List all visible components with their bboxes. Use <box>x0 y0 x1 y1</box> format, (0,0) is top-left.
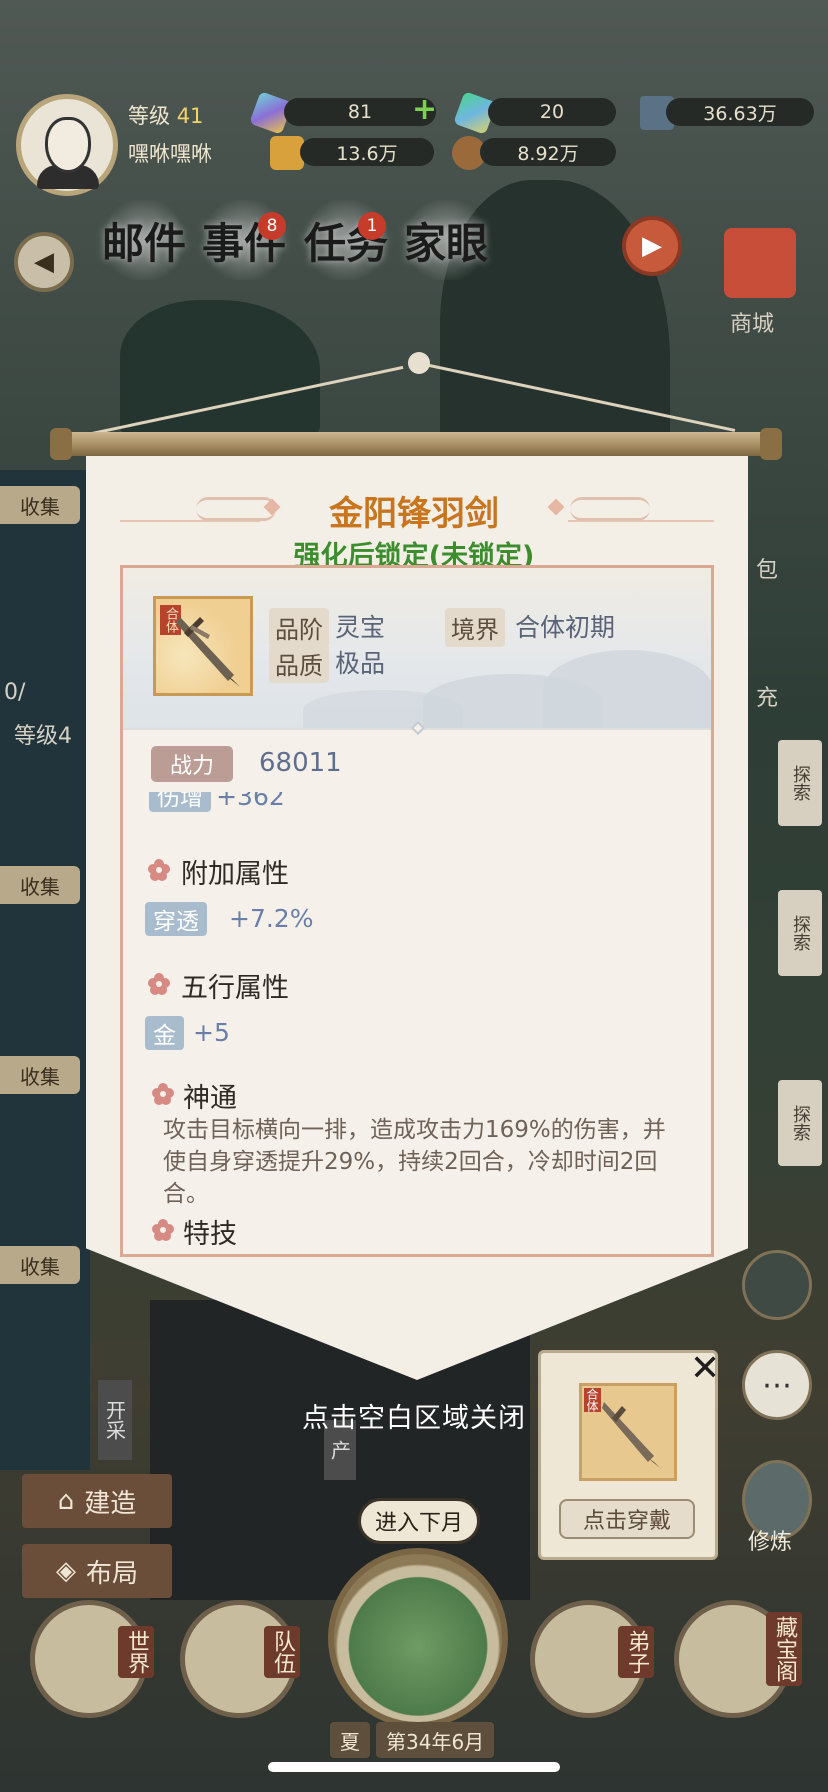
gem-rainbow-counter: 20 <box>488 98 616 126</box>
chevron-right-icon: ▶ <box>642 231 662 261</box>
extra-attr-chip: 穿透 <box>145 902 207 936</box>
wood-counter: 8.92万 <box>480 138 616 166</box>
quality-label: 品质 <box>269 644 329 683</box>
sword-icon <box>176 617 240 687</box>
item-name: 金阳锋羽剑 <box>329 494 499 534</box>
rod-knob <box>50 428 72 460</box>
events-badge: 8 <box>258 212 286 240</box>
realm-label: 境界 <box>445 608 505 647</box>
mail-menu-button[interactable]: 邮件 <box>98 200 190 280</box>
tasks-menu-button[interactable]: 任务 <box>300 200 392 280</box>
next-month-bubble[interactable]: 进入下月 <box>358 1498 480 1544</box>
forward-arrow-button[interactable]: ▶ <box>622 216 682 276</box>
quality-value: 极品 <box>335 649 386 678</box>
mountain-decor <box>543 650 711 730</box>
bag-label: 家眼 <box>403 218 488 268</box>
element-value: +5 <box>193 1018 230 1047</box>
house-icon: ⌂ <box>57 1486 75 1516</box>
flower-icon <box>148 859 170 881</box>
build-label: 建造 <box>84 1488 137 1519</box>
next-month-tree-button[interactable] <box>328 1548 508 1728</box>
player-name: 嘿咻嘿咻 <box>128 142 212 166</box>
close-icon[interactable]: ✕ <box>690 1348 720 1389</box>
skill-description: 攻击目标横向一排，造成攻击力169%的伤害，并使自身穿透提升29%，持续2回合，… <box>163 1117 666 1207</box>
element-title: 五行属性 <box>181 973 289 1004</box>
element-chip: 金 <box>145 1016 184 1050</box>
item-icon: 合体 <box>153 596 253 696</box>
level-display: 等级 41 <box>128 100 203 130</box>
level-value: 41 <box>176 104 204 128</box>
rod-knob <box>760 428 782 460</box>
explore-tab[interactable]: 探索 <box>778 890 822 976</box>
extra-attr-title: 附加属性 <box>181 859 289 890</box>
chevron-left-icon: ◀ <box>34 247 54 277</box>
scroll-rod <box>58 432 772 456</box>
partial-stat-row: 伤增 +362 <box>149 792 285 814</box>
item-info-header: 合体 品阶 灵宝 境界 合体初期 品质 极品 <box>123 568 711 730</box>
power-label: 战力 <box>151 746 233 782</box>
collect-tab[interactable]: 收集 <box>0 1056 80 1094</box>
team-label: 队伍 <box>264 1626 300 1678</box>
gold-icon <box>270 136 304 170</box>
extra-attr-value: +7.2% <box>229 904 314 933</box>
bag-menu-button[interactable]: 家眼 <box>400 200 492 280</box>
date-label: 第34年6月 <box>376 1722 495 1758</box>
skill-title: 神通 <box>183 1083 237 1114</box>
flower-icon <box>148 973 170 995</box>
partial-stat-value: +362 <box>216 792 285 811</box>
cultivate-label: 修炼 <box>748 1530 793 1555</box>
disciple-label: 弟子 <box>618 1626 654 1678</box>
realm-value: 合体初期 <box>515 613 616 642</box>
charge-partial: 充 <box>756 686 779 711</box>
avatar-face <box>45 117 91 173</box>
grade-value: 灵宝 <box>335 613 386 642</box>
plus-icon[interactable]: + <box>412 92 437 127</box>
side-round-button[interactable] <box>742 1250 812 1320</box>
season-label: 夏 <box>330 1722 370 1758</box>
gold-counter: 13.6万 <box>300 138 434 166</box>
collect-tab[interactable]: 收集 <box>0 1246 80 1284</box>
treasure-label: 藏宝阁 <box>766 1612 802 1686</box>
tasks-badge: 1 <box>358 212 386 240</box>
level-label: 等级 <box>128 104 170 128</box>
tap-to-close-hint: 点击空白区域关闭 <box>302 1403 526 1434</box>
equip-button[interactable]: 点击穿戴 <box>559 1499 695 1539</box>
explore-tab[interactable]: 探索 <box>778 1080 822 1166</box>
level-partial: 等级4 <box>14 724 72 749</box>
layout-button[interactable]: ◈ 布局 <box>22 1544 172 1598</box>
mail-label: 邮件 <box>101 218 186 268</box>
crystal-counter: 36.63万 <box>666 98 814 126</box>
layout-label: 布局 <box>85 1558 138 1589</box>
collect-tab[interactable]: 收集 <box>0 866 80 904</box>
item-detail-frame: 合体 品阶 灵宝 境界 合体初期 品质 极品 伤增 +362 战力 68011 … <box>120 565 714 1257</box>
shop-icon[interactable] <box>724 228 796 298</box>
special-title: 特技 <box>183 1219 237 1250</box>
back-arrow-button[interactable]: ◀ <box>14 232 74 292</box>
count-partial: 0/ <box>4 680 26 705</box>
flower-icon <box>152 1083 174 1105</box>
explore-tab[interactable]: 探索 <box>778 740 822 826</box>
grade-label: 品阶 <box>269 608 329 647</box>
world-label: 世界 <box>118 1626 154 1678</box>
build-button[interactable]: ⌂ 建造 <box>22 1474 172 1528</box>
mountain-decor <box>303 690 463 730</box>
grid-icon: ◈ <box>55 1556 76 1586</box>
hanging-pin <box>408 352 430 374</box>
player-avatar[interactable] <box>16 94 118 196</box>
flower-icon <box>152 1219 174 1241</box>
partial-stat-label: 伤增 <box>149 792 211 812</box>
home-indicator[interactable] <box>268 1762 560 1772</box>
power-value: 68011 <box>259 748 342 778</box>
shop-label: 商城 <box>730 312 775 337</box>
